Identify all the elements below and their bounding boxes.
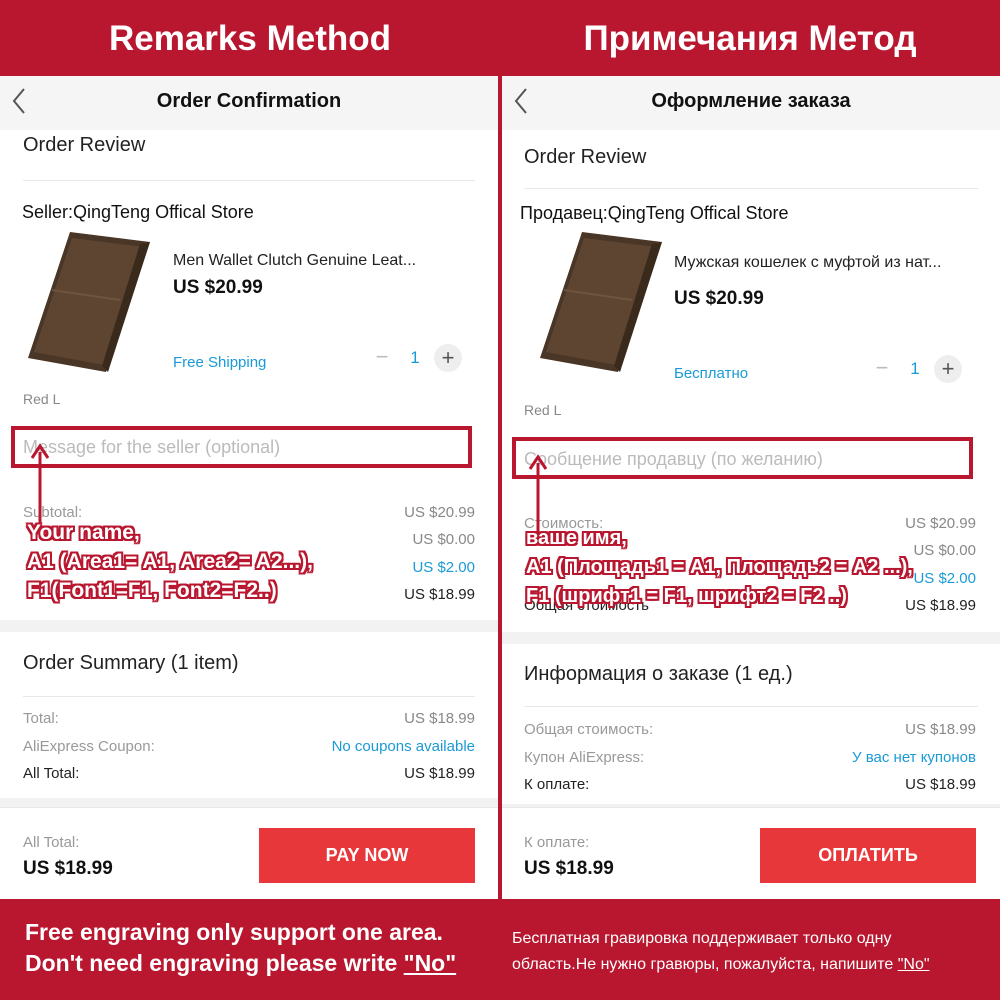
quantity-decrease-button[interactable]: − (368, 344, 396, 372)
footer-right-line-1: Бесплатная гравировка поддерживает тольк… (512, 930, 892, 947)
highlight-box (512, 437, 973, 479)
quantity-decrease-button[interactable]: − (868, 355, 896, 383)
quantity-stepper: − 1 + (368, 344, 464, 372)
phone-screen-left: Order Confirmation Order Review Seller:Q… (0, 76, 498, 899)
annotation-line-3: F1(Font1=F1, Font2=F2..) (27, 579, 277, 602)
coupon-value[interactable]: US $2.00 (913, 570, 976, 587)
section-gap (0, 620, 498, 632)
product-name[interactable]: Мужская кошелек с муфтой из нат... (674, 254, 941, 272)
divider (23, 696, 475, 697)
annotation-line-2: A1 (Area1= A1, Area2= A2...), (27, 550, 313, 573)
store-total-value: US $18.99 (404, 586, 475, 603)
annotation-line-1: Your name, (27, 521, 140, 544)
section-gap (502, 632, 1000, 644)
annotation-line-1: ваше имя, (526, 527, 627, 549)
divider (23, 180, 475, 181)
product-price: US $20.99 (674, 288, 764, 309)
total-label: Total: (23, 710, 59, 727)
bar-total-value: US $18.99 (23, 858, 113, 879)
checkout-bar: К оплате: US $18.99 ОПЛАТИТЬ (502, 807, 1000, 899)
footer-left-line-2: Don't need engraving please write "No" (25, 948, 456, 979)
order-summary-heading: Информация о заказе (1 ед.) (524, 663, 793, 685)
product-name[interactable]: Men Wallet Clutch Genuine Leat... (173, 252, 416, 270)
quantity-value: 1 (410, 348, 420, 367)
pay-button[interactable]: ОПЛАТИТЬ (760, 828, 976, 883)
order-summary-heading: Order Summary (1 item) (23, 652, 239, 674)
variant-label: Red L (23, 391, 61, 407)
checkout-bar: All Total: US $18.99 PAY NOW (0, 807, 498, 899)
subtotal-value: US $20.99 (404, 504, 475, 521)
nav-bar: Order Confirmation (0, 76, 498, 130)
bar-total-label: All Total: (23, 834, 80, 851)
coupon-link[interactable]: No coupons available (332, 738, 475, 755)
footer-left-no: "No" (403, 950, 457, 976)
banner-title-right: Примечания Метод (583, 19, 917, 58)
footer-right-line-2: область.Не нужно гравюры, пожалуйста, на… (512, 952, 930, 978)
footer-right-no: "No" (897, 956, 930, 973)
nav-bar: Оформление заказа (502, 76, 1000, 130)
footer-note-left: Free engraving only support one area. Do… (25, 917, 456, 979)
highlight-box (11, 426, 472, 468)
variant-label: Red L (524, 402, 562, 418)
up-arrow-icon (30, 443, 50, 530)
shipping-label: Free Shipping (173, 354, 267, 371)
pay-now-button[interactable]: PAY NOW (259, 828, 475, 883)
coupon-link[interactable]: У вас нет купонов (852, 749, 976, 766)
shipping-label: Бесплатно (674, 365, 749, 382)
seller-name[interactable]: Seller:QingTeng Offical Store (22, 202, 254, 223)
quantity-value: 1 (910, 359, 920, 378)
footer-note-right: Бесплатная гравировка поддерживает тольк… (512, 926, 930, 978)
phone-screen-right: Оформление заказа Order Review Продавец:… (502, 76, 1000, 899)
bar-total-value: US $18.99 (524, 858, 614, 879)
store-total-value: US $18.99 (905, 597, 976, 614)
footer-right-line-2-text: область.Не нужно гравюры, пожалуйста, на… (512, 956, 898, 973)
divider (524, 188, 978, 189)
order-review-heading: Order Review (23, 134, 146, 156)
shipping-cost-value: US $0.00 (412, 531, 475, 548)
seller-name[interactable]: Продавец:QingTeng Offical Store (520, 203, 789, 224)
divider (524, 706, 978, 707)
coupon-label: AliExpress Coupon: (23, 738, 155, 755)
total-value: US $18.99 (905, 721, 976, 738)
footer-left-line-1: Free engraving only support one area. (25, 919, 443, 945)
all-total-label: All Total: (23, 765, 80, 782)
total-label: Общая стоимость: (524, 721, 654, 738)
banner-title-left: Remarks Method (108, 19, 392, 58)
subtotal-value: US $20.99 (905, 515, 976, 532)
all-total-value: US $18.99 (404, 765, 475, 782)
wallet-product-image[interactable] (534, 230, 664, 375)
coupon-value[interactable]: US $2.00 (412, 559, 475, 576)
product-price: US $20.99 (173, 277, 263, 298)
page-title: Оформление заказа (651, 90, 851, 112)
quantity-increase-button[interactable]: + (434, 344, 462, 372)
quantity-increase-button[interactable]: + (934, 355, 962, 383)
all-total-label: К оплате: (524, 776, 590, 793)
shipping-cost-value: US $0.00 (913, 542, 976, 559)
order-review-heading: Order Review (524, 146, 647, 168)
wallet-product-image[interactable] (22, 230, 152, 375)
coupon-label: Купон AliExpress: (524, 749, 645, 766)
total-value: US $18.99 (404, 710, 475, 727)
annotation-line-3: F1 (шрифт1 = F1, шрифт2 = F2 ..) (526, 585, 847, 607)
bar-total-label: К оплате: (524, 834, 590, 851)
quantity-stepper: − 1 + (868, 355, 964, 383)
annotation-line-2: A1 (Площадь1 = A1, Площадь2 = A2 ...), (526, 556, 913, 578)
page-title: Order Confirmation (156, 90, 342, 112)
all-total-value: US $18.99 (905, 776, 976, 793)
footer-left-line-2-text: Don't need engraving please write (25, 950, 404, 976)
